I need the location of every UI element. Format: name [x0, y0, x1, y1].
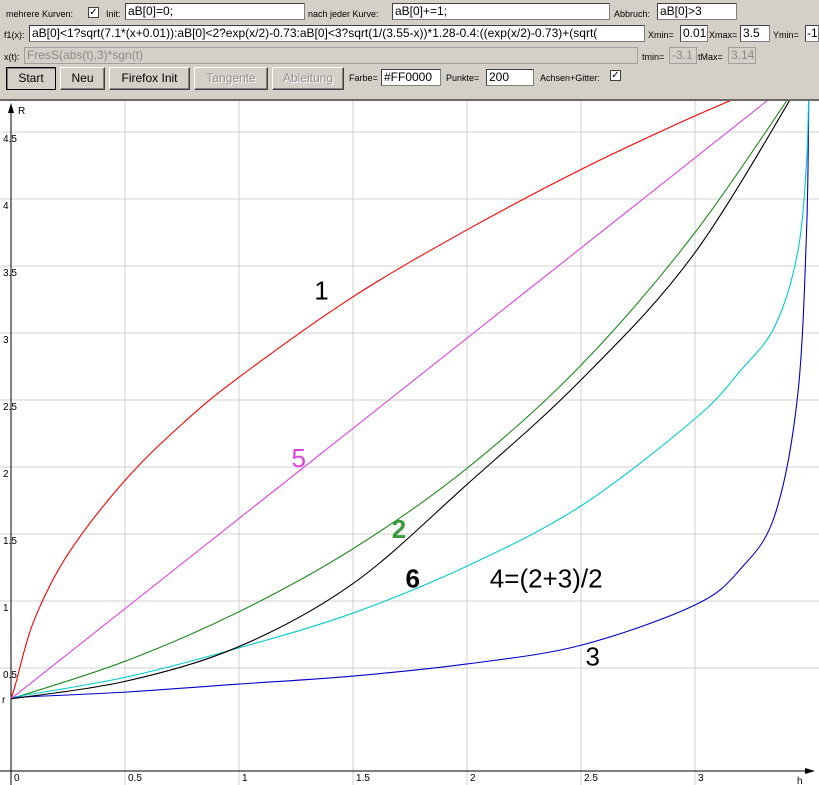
x-tick-label: 0	[14, 773, 20, 784]
x-tick-label: 2	[470, 773, 476, 784]
init-label: Init:	[106, 9, 121, 19]
x-tick-label: 1	[242, 773, 248, 784]
f1-label: f1(x):	[4, 30, 25, 40]
y-tick-label: 2	[3, 469, 9, 480]
y-tick-label: 2.5	[3, 402, 17, 413]
curve-label-2: 5	[291, 443, 305, 473]
origin-y-label: r	[2, 695, 6, 706]
x-tick-label: 2.5	[584, 773, 598, 784]
curve-label-1: 1	[314, 276, 328, 306]
after-curve-label: nach jeder Kurve:	[308, 9, 379, 19]
xt-input[interactable]: FresS(abs(t),3)*sgn(t)	[24, 47, 638, 64]
init-input[interactable]: aB[0]=0;	[125, 3, 305, 20]
axes-grid-checkbox[interactable]: ✓	[610, 70, 621, 81]
points-label: Punkte=	[446, 73, 480, 83]
y-tick-label: 4.5	[3, 134, 17, 145]
xmin-label: Xmin=	[648, 30, 674, 40]
start-button[interactable]: Start	[6, 67, 56, 90]
curve-label-5: 4=(2+3)/2	[490, 564, 603, 594]
new-button[interactable]: Neu	[60, 67, 105, 90]
x-axis-arrow	[805, 768, 815, 774]
axes-grid-label: Achsen+Gitter:	[540, 73, 600, 83]
curve-label-4: 6	[405, 564, 419, 594]
derivative-button[interactable]: Ableitung	[272, 67, 344, 90]
tangent-button[interactable]: Tangente	[194, 67, 268, 90]
y-tick-label: 0.5	[3, 670, 17, 681]
series-line-3	[10, 101, 810, 699]
multi-curves-label: mehrere Kurven:	[6, 9, 74, 19]
x-tick-label: 0.5	[128, 773, 142, 784]
y-tick-label: 3	[3, 335, 9, 346]
after-curve-input[interactable]: aB[0]+=1;	[392, 3, 610, 20]
color-input[interactable]: #FF0000	[381, 69, 441, 86]
y-tick-label: 4	[3, 201, 9, 212]
y-axis-arrow	[8, 103, 14, 113]
points-input[interactable]: 200	[486, 69, 534, 86]
y-tick-label: 1.5	[3, 536, 17, 547]
y-axis-label: R	[18, 106, 25, 117]
curve-label-3: 2	[392, 514, 406, 544]
x-tick-label: 3	[698, 773, 704, 784]
tmin-label: tmin=	[642, 52, 665, 62]
xmax-label: Xmax=	[709, 30, 738, 40]
firefox-init-button[interactable]: Firefox Init	[109, 67, 190, 90]
xmax-input[interactable]: 3.5	[740, 25, 770, 42]
x-tick-label: 1.5	[356, 773, 370, 784]
tmin-input[interactable]: -3.1	[669, 47, 697, 64]
tmax-label: tMax=	[698, 52, 723, 62]
abort-input[interactable]: aB[0]>3	[657, 3, 737, 20]
xt-label: x(t):	[4, 52, 20, 62]
color-label: Farbe=	[349, 73, 378, 83]
x-axis-label: h	[797, 776, 803, 785]
tmax-input[interactable]: 3.14	[728, 47, 756, 64]
ymin-input[interactable]: -1	[805, 25, 819, 42]
y-tick-label: 1	[3, 603, 9, 614]
y-tick-label: 3.5	[3, 268, 17, 279]
xmin-input[interactable]: 0.01	[680, 25, 708, 42]
curve-label-6: 3	[586, 641, 600, 671]
ymin-label: Ymin=	[773, 30, 799, 40]
f1-input[interactable]: aB[0]<1?sqrt(7.1*(x+0.01)):aB[0]<2?exp(x…	[29, 25, 645, 42]
abort-label: Abbruch:	[614, 9, 651, 19]
toolbar: mehrere Kurven: ✓ Init: aB[0]=0; nach je…	[0, 0, 819, 101]
plot-canvas: 0 0.5 1 1.5 2 2.5 3 0.5 1 1.5 2 2.5 3 3.5 4 4.5 Rh r 1 5 2 6 4…	[0, 101, 819, 785]
multi-curves-checkbox[interactable]: ✓	[88, 7, 99, 18]
